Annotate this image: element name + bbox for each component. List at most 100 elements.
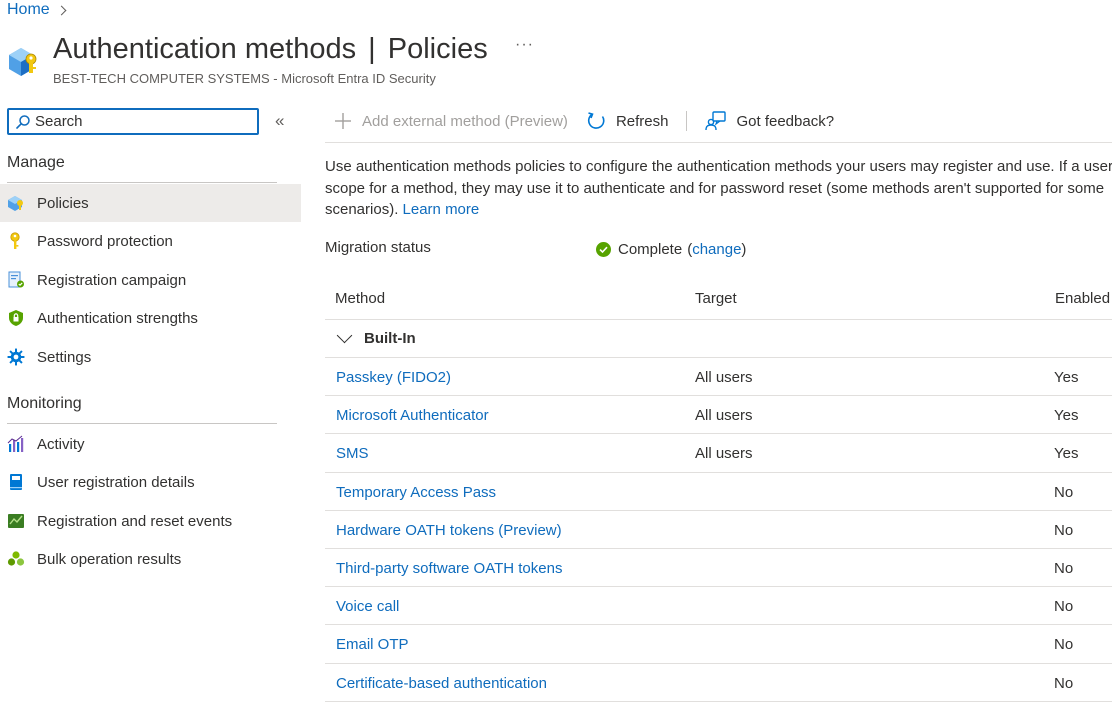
enabled-cell: No: [1054, 636, 1074, 654]
table-row: Hardware OATH tokens (Preview) No: [325, 511, 1112, 549]
chevron-right-icon: [56, 5, 67, 15]
sidebar-item-policies[interactable]: Policies: [0, 184, 301, 222]
sidebar-item-password-protection[interactable]: Password protection: [0, 222, 301, 260]
breadcrumb: Home: [7, 0, 67, 20]
refresh-icon: [587, 111, 605, 129]
bulk-operations-icon: [7, 550, 25, 568]
page-title-section: Policies: [387, 33, 488, 65]
sidebar-item-user-registration-details[interactable]: User registration details: [0, 463, 301, 501]
sidebar-item-settings[interactable]: Settings: [0, 338, 301, 376]
sidebar-item-label: Password protection: [37, 232, 173, 250]
description-line: scenarios).: [325, 201, 399, 218]
key-icon: [7, 232, 25, 250]
group-row-built-in[interactable]: Built-In: [325, 320, 1112, 358]
refresh-button[interactable]: Refresh: [586, 111, 668, 132]
description-line: scope for a method, they may use it to a…: [325, 179, 1105, 197]
authentication-methods-icon: [7, 42, 43, 78]
toolbar-divider: [325, 142, 1112, 143]
section-divider: [7, 182, 277, 183]
table-row: Email OTP No: [325, 625, 1112, 664]
sidebar-item-label: Policies: [37, 194, 89, 212]
section-manage: Manage: [7, 154, 65, 171]
sidebar-item-authentication-strengths[interactable]: Authentication strengths: [0, 299, 301, 337]
target-cell: All users: [695, 445, 753, 463]
table-row: Third-party software OATH tokens No: [325, 549, 1112, 588]
enabled-cell: No: [1054, 598, 1074, 616]
sidebar-item-registration-campaign[interactable]: Registration campaign: [0, 261, 301, 299]
page-title-main: Authentication methods: [53, 33, 357, 65]
change-migration-link[interactable]: change: [692, 241, 741, 258]
policy-description: Use authentication methods policies to c…: [325, 156, 1112, 221]
column-header-method[interactable]: Method: [335, 290, 385, 307]
method-link[interactable]: Temporary Access Pass: [336, 484, 496, 501]
migration-status-label: Migration status: [325, 239, 431, 256]
description-line: Use authentication methods policies to c…: [325, 158, 1112, 175]
section-monitoring: Monitoring: [7, 395, 82, 412]
method-link[interactable]: SMS: [336, 445, 369, 462]
policies-icon: [7, 194, 25, 212]
table-row: Passkey (FIDO2) All users Yes: [325, 358, 1112, 397]
method-link[interactable]: Voice call: [336, 598, 399, 615]
sidebar-item-activity[interactable]: Activity: [0, 425, 301, 463]
table-body: Passkey (FIDO2) All users Yes Microsoft Aut…: [325, 358, 1112, 702]
enabled-cell: No: [1054, 483, 1074, 501]
table-row: SMS All users Yes: [325, 434, 1112, 473]
table-row: Certificate-based authentication No: [325, 664, 1112, 702]
enabled-cell: No: [1054, 674, 1074, 692]
sidebar-item-bulk-operation-results[interactable]: Bulk operation results: [0, 540, 301, 578]
sidebar-item-label: Activity: [37, 435, 85, 453]
method-link[interactable]: Certificate-based authentication: [336, 675, 547, 692]
collapse-sidebar-button[interactable]: «: [275, 111, 284, 131]
sidebar-item-label: Registration and reset events: [37, 512, 233, 530]
breadcrumb-home-link[interactable]: Home: [7, 1, 50, 19]
command-bar: Add external method (Preview) Refresh Go…: [333, 107, 834, 135]
enabled-cell: Yes: [1054, 369, 1079, 386]
sidebar-item-label: Registration campaign: [37, 271, 187, 289]
plus-icon: [335, 113, 351, 129]
feedback-icon: [705, 111, 727, 131]
sidebar-item-label: Settings: [37, 348, 92, 366]
column-header-enabled[interactable]: Enabled: [1055, 290, 1110, 307]
table-row: Microsoft Authenticator All users Yes: [325, 396, 1112, 435]
search-icon: [16, 114, 30, 129]
methods-table: Method Target Enabled Built-In Passkey (…: [325, 279, 1112, 702]
search-input[interactable]: [35, 113, 235, 130]
table-row: Voice call No: [325, 587, 1112, 626]
activity-chart-icon: [7, 435, 25, 453]
toolbar-separator: [686, 111, 688, 131]
registration-campaign-icon: [7, 271, 25, 289]
method-link[interactable]: Hardware OATH tokens (Preview): [336, 522, 562, 539]
migration-status: Complete ( change ): [596, 241, 746, 258]
method-link[interactable]: Passkey (FIDO2): [336, 369, 451, 386]
feedback-button[interactable]: Got feedback?: [705, 110, 834, 132]
gear-icon: [7, 348, 25, 366]
add-external-method-button[interactable]: Add external method (Preview): [333, 111, 568, 131]
target-cell: All users: [695, 407, 753, 425]
sidebar-item-label: Bulk operation results: [37, 550, 182, 568]
add-external-method-label: Add external method (Preview): [362, 112, 568, 130]
method-link[interactable]: Microsoft Authenticator: [336, 407, 489, 424]
sidebar-search-box[interactable]: [7, 108, 259, 135]
chevron-down-icon: [336, 327, 353, 344]
table-header: Method Target Enabled: [325, 279, 1112, 320]
enabled-cell: Yes: [1054, 407, 1079, 425]
target-cell: All users: [695, 369, 753, 386]
shield-icon: [7, 309, 25, 327]
column-header-target[interactable]: Target: [695, 290, 737, 307]
group-label: Built-In: [364, 330, 416, 347]
sidebar-item-registration-reset-events[interactable]: Registration and reset events: [0, 502, 301, 540]
learn-more-link[interactable]: Learn more: [403, 201, 480, 218]
enabled-cell: Yes: [1054, 445, 1079, 463]
enabled-cell: No: [1054, 559, 1074, 577]
success-check-icon: [596, 242, 611, 257]
book-icon: [7, 473, 25, 491]
paren-close: ): [741, 241, 747, 258]
more-options-button[interactable]: ···: [515, 36, 534, 54]
title-separator: |: [368, 33, 376, 65]
method-link[interactable]: Third-party software OATH tokens: [336, 560, 562, 577]
section-divider: [7, 423, 277, 424]
table-row: Temporary Access Pass No: [325, 473, 1112, 511]
method-link[interactable]: Email OTP: [336, 636, 409, 653]
sidebar-item-label: Authentication strengths: [37, 309, 198, 327]
enabled-cell: No: [1054, 521, 1074, 539]
